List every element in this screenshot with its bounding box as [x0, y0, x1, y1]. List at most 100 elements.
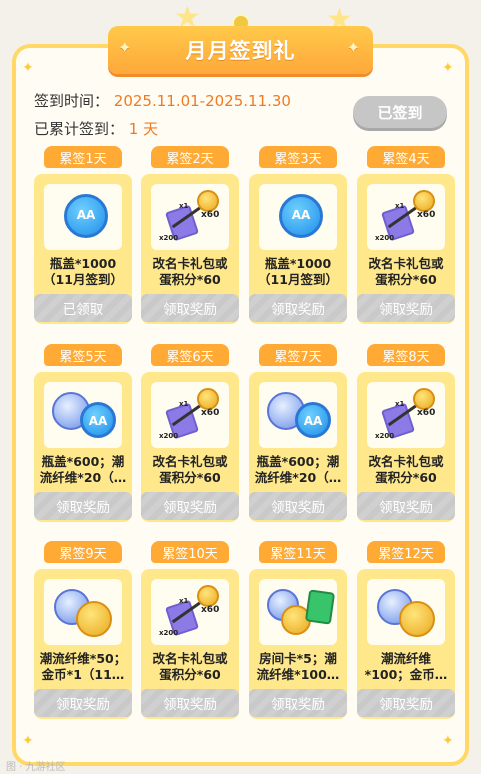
quantity-x200: x200	[375, 234, 395, 242]
day-tag: 累签11天	[259, 541, 337, 563]
claim-reward-button[interactable]: 领取奖励	[357, 689, 455, 717]
reward-card: 瓶盖*1000 （11月签到） 已领取	[34, 174, 132, 324]
quantity-x1: x1	[179, 400, 189, 408]
reward-text: 潮流纤维 *100；金币…	[364, 651, 448, 682]
sparkle-icon: ✦	[22, 60, 34, 76]
reward-image	[259, 382, 337, 448]
egg-point-icon	[197, 585, 219, 607]
bottle-cap-icon	[80, 402, 116, 438]
day-tag: 累签9天	[44, 541, 122, 563]
quantity-x1: x1	[179, 597, 189, 605]
reward-image	[44, 382, 122, 448]
day-tag: 累签5天	[44, 344, 122, 366]
day-tag: 累签8天	[367, 344, 445, 366]
reward-text: 改名卡礼包或 蛋积分*60	[152, 256, 228, 287]
claim-reward-button[interactable]: 领取奖励	[141, 294, 239, 322]
reward-image	[259, 184, 337, 250]
reward-text: 改名卡礼包或 蛋积分*60	[368, 454, 444, 485]
claim-reward-button[interactable]: 领取奖励	[141, 492, 239, 520]
claim-reward-button[interactable]: 领取奖励	[357, 294, 455, 322]
reward-text: 瓶盖*1000 （11月签到）	[258, 256, 338, 287]
egg-point-icon	[197, 388, 219, 410]
quantity-x1: x1	[179, 202, 189, 210]
reward-card: 潮流纤维 *100；金币… 领取奖励	[357, 569, 455, 719]
gold-coin-icon	[76, 601, 112, 637]
bottle-cap-icon	[295, 402, 331, 438]
quantity-x200: x200	[159, 234, 179, 242]
star-icon: ✦	[118, 38, 133, 57]
quantity-x200: x200	[159, 629, 179, 637]
reward-card: x60 x200 x1 改名卡礼包或 蛋积分*60 领取奖励	[141, 569, 239, 719]
reward-card: 瓶盖*600；潮 流纤维*20（… 领取奖励	[249, 372, 347, 522]
reward-image	[44, 579, 122, 645]
egg-point-icon	[197, 190, 219, 212]
reward-card: x60 x200 x1 改名卡礼包或 蛋积分*60 领取奖励	[357, 372, 455, 522]
cumulative-label: 已累计签到：	[34, 120, 125, 138]
bottle-cap-icon	[279, 194, 323, 238]
quantity-x1: x1	[395, 400, 405, 408]
claim-reward-button[interactable]: 领取奖励	[141, 689, 239, 717]
quantity-x60: x60	[417, 210, 436, 220]
reward-card: 瓶盖*600；潮 流纤维*20（… 领取奖励	[34, 372, 132, 522]
sparkle-icon: ✦	[442, 733, 454, 749]
reward-image	[44, 184, 122, 250]
quantity-x200: x200	[375, 432, 395, 440]
reward-card: x60 x200 x1 改名卡礼包或 蛋积分*60 领取奖励	[357, 174, 455, 324]
reward-text: 改名卡礼包或 蛋积分*60	[152, 454, 228, 485]
quantity-x60: x60	[201, 605, 220, 615]
sign-period-value: 2025.11.01-2025.11.30	[113, 92, 291, 110]
sign-period: 签到时间： 2025.11.01-2025.11.30	[34, 90, 291, 111]
sign-period-label: 签到时间：	[34, 92, 110, 110]
signed-button[interactable]: 已签到	[353, 96, 447, 128]
reward-card: 瓶盖*1000 （11月签到） 领取奖励	[249, 174, 347, 324]
reward-text: 瓶盖*600；潮 流纤维*20（…	[254, 454, 342, 485]
quantity-x200: x200	[159, 432, 179, 440]
claim-reward-button[interactable]: 领取奖励	[249, 689, 347, 717]
sparkle-icon: ✦	[442, 60, 454, 76]
title-text: 月月签到礼	[185, 39, 296, 63]
reward-image: x60 x200 x1	[151, 382, 229, 448]
reward-card: 房间卡*5；潮 流纤维*100… 领取奖励	[249, 569, 347, 719]
claim-reward-button[interactable]: 领取奖励	[34, 689, 132, 717]
reward-image: x60 x200 x1	[151, 579, 229, 645]
day-tag: 累签4天	[367, 146, 445, 168]
gold-coin-icon	[399, 601, 435, 637]
claim-reward-button[interactable]: 领取奖励	[34, 492, 132, 520]
reward-image	[259, 579, 337, 645]
quantity-x60: x60	[201, 210, 220, 220]
star-icon: ✦	[346, 38, 361, 57]
quantity-x1: x1	[395, 202, 405, 210]
day-tag: 累签3天	[259, 146, 337, 168]
egg-point-icon	[413, 190, 435, 212]
reward-text: 房间卡*5；潮 流纤维*100…	[256, 651, 340, 682]
reward-image: x60 x200 x1	[367, 382, 445, 448]
page-title: ✦ 月月签到礼 ✦	[108, 26, 373, 74]
day-tag: 累签6天	[151, 344, 229, 366]
day-tag: 累签2天	[151, 146, 229, 168]
reward-image: x60 x200 x1	[367, 184, 445, 250]
quantity-x60: x60	[201, 408, 220, 418]
reward-card: x60 x200 x1 改名卡礼包或 蛋积分*60 领取奖励	[141, 174, 239, 324]
quantity-x60: x60	[417, 408, 436, 418]
day-tag: 累签10天	[151, 541, 229, 563]
reward-image	[367, 579, 445, 645]
sparkle-icon: ✦	[22, 733, 34, 749]
watermark: 图 · 九游社区	[6, 762, 66, 773]
room-card-icon	[304, 589, 336, 625]
reward-card: 潮流纤维*50； 金币*1（11… 领取奖励	[34, 569, 132, 719]
claim-reward-button[interactable]: 已领取	[34, 294, 132, 322]
reward-text: 瓶盖*600；潮 流纤维*20（…	[39, 454, 127, 485]
claim-reward-button[interactable]: 领取奖励	[249, 492, 347, 520]
day-tag: 累签7天	[259, 344, 337, 366]
day-tag: 累签1天	[44, 146, 122, 168]
reward-card: x60 x200 x1 改名卡礼包或 蛋积分*60 领取奖励	[141, 372, 239, 522]
day-tag: 累签12天	[367, 541, 445, 563]
cumulative-value: 1 天	[128, 120, 159, 138]
reward-text: 改名卡礼包或 蛋积分*60	[368, 256, 444, 287]
egg-point-icon	[413, 388, 435, 410]
cumulative-sign: 已累计签到： 1 天	[34, 118, 158, 139]
claim-reward-button[interactable]: 领取奖励	[357, 492, 455, 520]
claim-reward-button[interactable]: 领取奖励	[249, 294, 347, 322]
bottle-cap-icon	[64, 194, 108, 238]
reward-text: 瓶盖*1000 （11月签到）	[43, 256, 123, 287]
